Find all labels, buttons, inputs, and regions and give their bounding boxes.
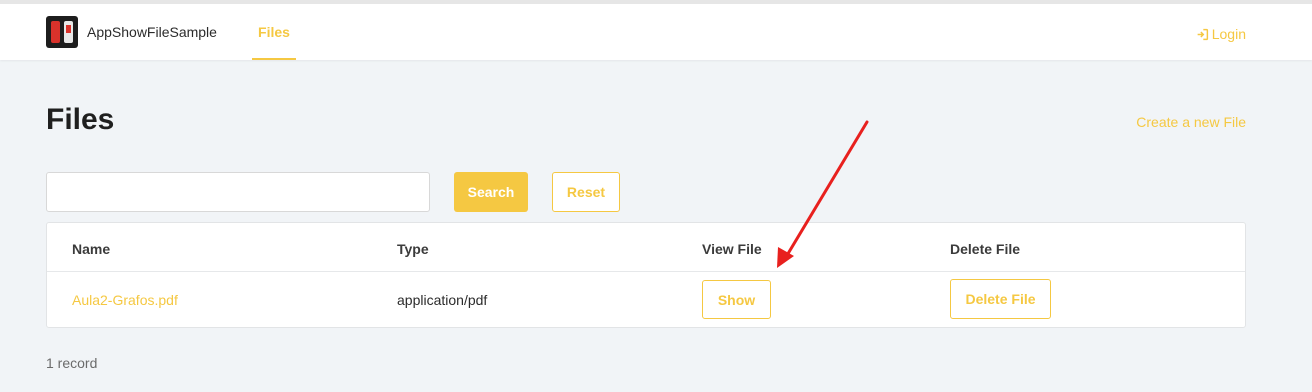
red-arrow-annotation [777,120,869,268]
